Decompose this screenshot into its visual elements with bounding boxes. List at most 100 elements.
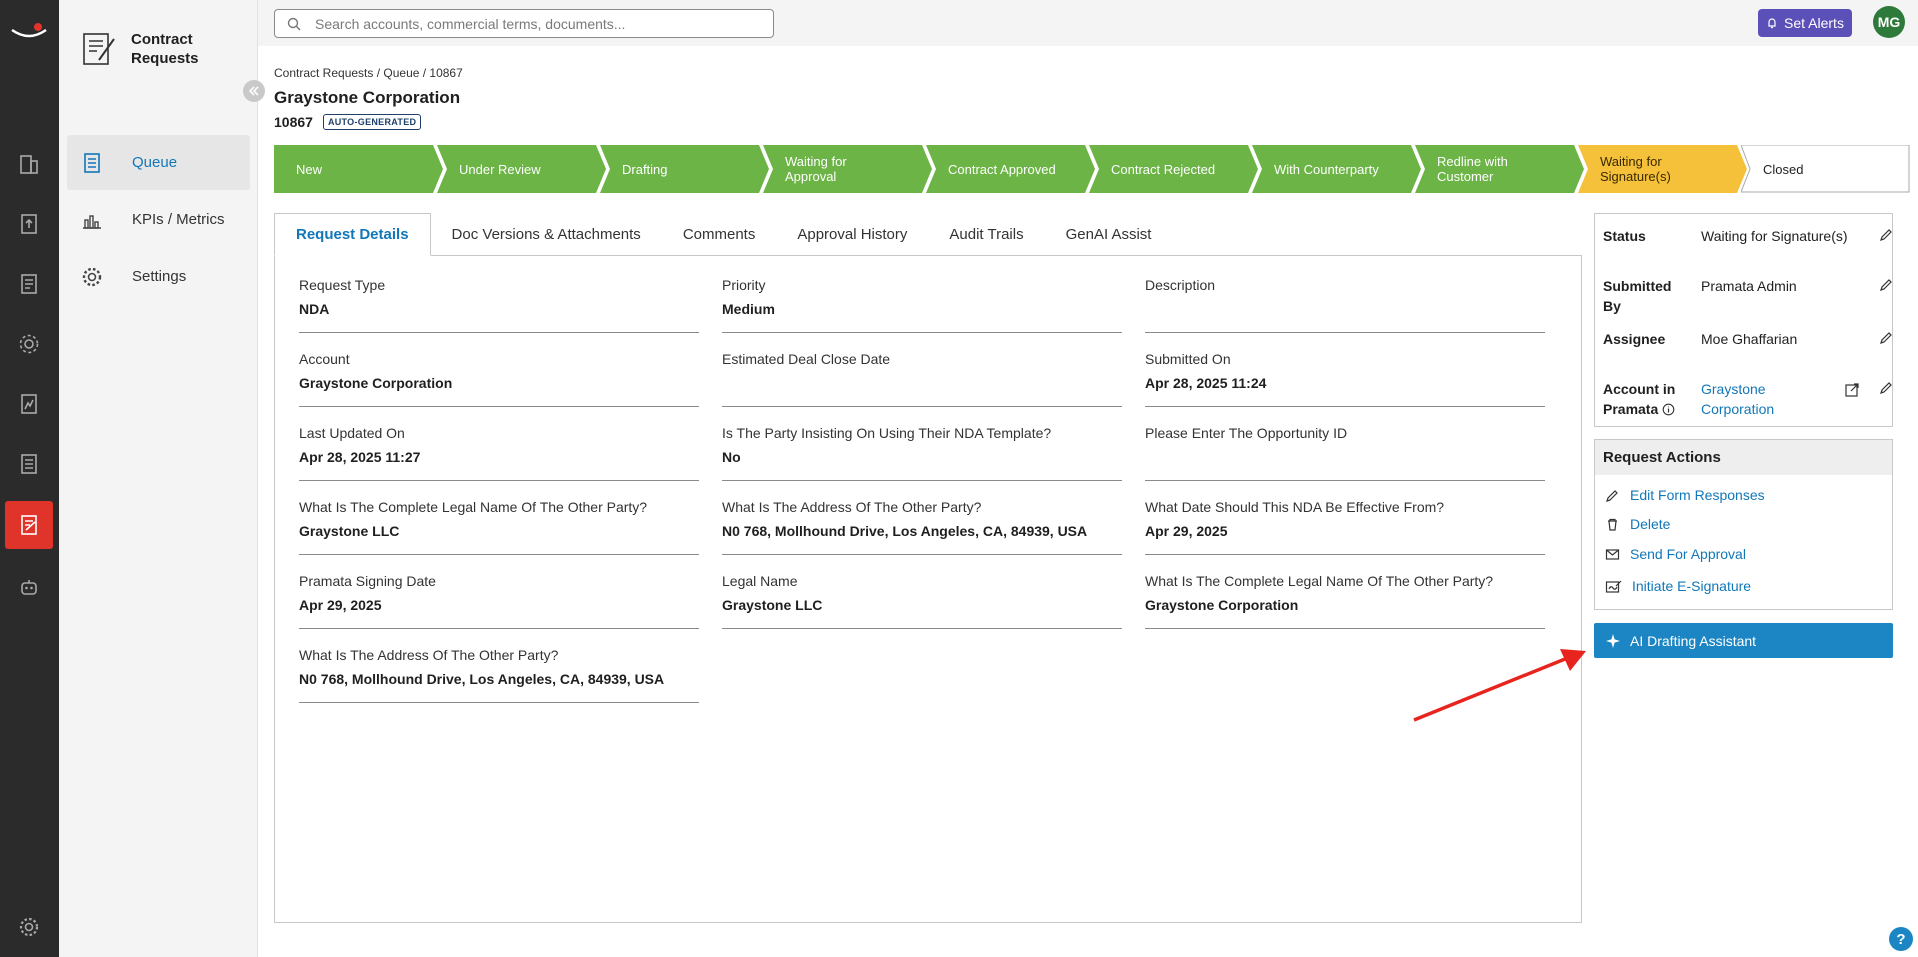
field-divider [1145, 332, 1545, 333]
rail-documents-icon[interactable] [5, 260, 53, 308]
brand-logo-icon[interactable] [10, 22, 48, 46]
field-value: Apr 29, 2025 [1145, 523, 1228, 539]
sidebar-item-queue[interactable]: Queue [67, 135, 250, 190]
detail-field: Submitted On Apr 28, 2025 11:24 [1145, 351, 1545, 407]
stage-contract-rejected[interactable]: Contract Rejected [1089, 145, 1258, 193]
collapse-sidebar-button[interactable] [243, 80, 265, 102]
stage-waiting-for-approval[interactable]: Waiting for Approval [763, 145, 932, 193]
tab-audit-trails[interactable]: Audit Trails [928, 213, 1044, 256]
stage-label: Contract Approved [948, 161, 1056, 177]
action-label: Send For Approval [1630, 546, 1746, 562]
tab-genai-assist[interactable]: GenAI Assist [1045, 213, 1173, 256]
search-input[interactable] [315, 15, 755, 32]
field-divider [299, 702, 699, 703]
stage-label: Redline with Customer [1437, 154, 1508, 184]
field-value: Graystone LLC [722, 597, 823, 613]
stage-with-counterparty[interactable]: With Counterparty [1252, 145, 1421, 193]
sidebar-item-label: Queue [132, 154, 178, 171]
search-box[interactable] [274, 9, 774, 38]
tab-comments[interactable]: Comments [662, 213, 777, 256]
field-label: Pramata Signing Date [299, 573, 436, 589]
stage-redline-with-customer[interactable]: Redline with Customer [1415, 145, 1584, 193]
edit-submitted-by-pencil-icon[interactable] [1879, 278, 1893, 292]
rail-ai-icon[interactable] [5, 320, 53, 368]
tab-approval-history[interactable]: Approval History [776, 213, 928, 256]
set-alerts-button[interactable]: Set Alerts [1758, 9, 1852, 37]
detail-field: Description [1145, 277, 1545, 333]
field-value: Apr 28, 2025 11:27 [299, 449, 421, 465]
field-label: Request Type [299, 277, 386, 293]
request-info-card: Status Waiting for Signature(s) Submitte… [1594, 213, 1893, 427]
breadcrumb: Contract Requests / Queue / 10867 [274, 66, 463, 80]
rail-bot-icon[interactable] [5, 563, 53, 611]
stage-label: Contract Rejected [1111, 161, 1216, 177]
rail-accounts-icon[interactable] [5, 140, 53, 188]
field-label: Estimated Deal Close Date [722, 351, 891, 367]
tab-request-details[interactable]: Request Details [274, 213, 431, 256]
field-value [1145, 449, 1545, 466]
open-external-icon[interactable] [1844, 382, 1860, 398]
action-label: Initiate E-Signature [1632, 578, 1752, 594]
sidebar-item-kpis[interactable]: KPIs / Metrics [67, 192, 250, 247]
ai-button-label: AI Drafting Assistant [1630, 632, 1757, 649]
field-label: Please Enter The Opportunity ID [1145, 425, 1348, 441]
rail-reports-icon[interactable] [5, 380, 53, 428]
chart-icon [83, 214, 101, 229]
stage-label: Waiting for Approval [785, 154, 847, 184]
pencil-icon [1606, 489, 1618, 502]
field-value: Apr 28, 2025 11:24 [1145, 375, 1267, 391]
ai-drafting-assistant-button[interactable]: AI Drafting Assistant [1594, 623, 1893, 658]
field-label: Description [1145, 277, 1216, 293]
field-label: Legal Name [722, 573, 798, 589]
edit-assignee-pencil-icon[interactable] [1879, 331, 1893, 345]
request-id: 10867 [274, 114, 313, 130]
detail-field: What Is The Complete Legal Name Of The O… [299, 499, 699, 555]
module-nav: Queue KPIs / Metrics Settings [67, 135, 250, 306]
rail-contract-requests-icon[interactable] [5, 501, 53, 549]
stage-contract-approved[interactable]: Contract Approved [926, 145, 1095, 193]
document-list-icon [84, 152, 100, 173]
info-icon[interactable] [1662, 403, 1675, 416]
stage-waiting-for-signature-s[interactable]: Waiting for Signature(s) [1578, 145, 1747, 193]
stage-under-review[interactable]: Under Review [437, 145, 606, 193]
help-button[interactable]: ? [1889, 927, 1913, 951]
detail-field: What Is The Address Of The Other Party? N… [299, 647, 699, 703]
stage-closed[interactable]: Closed [1741, 145, 1910, 193]
field-value: Graystone Corporation [299, 375, 453, 391]
sidebar-item-settings[interactable]: Settings [67, 249, 250, 304]
detail-field: Pramata Signing Date Apr 29, 2025 [299, 573, 699, 629]
rail-contracts-icon[interactable] [5, 440, 53, 488]
edit-status-pencil-icon[interactable] [1879, 228, 1893, 242]
delete-link[interactable]: Delete [1605, 516, 1670, 532]
stage-label: Waiting for Signature(s) [1600, 154, 1671, 184]
detail-field: Legal Name Graystone LLC [722, 573, 1122, 629]
sidebar-item-label: Settings [132, 268, 187, 285]
field-label: What Date Should This NDA Be Effective F… [1145, 499, 1445, 515]
double-chevron-left-icon [249, 86, 259, 96]
field-value: Medium [722, 301, 775, 317]
rail-upload-icon[interactable] [5, 200, 53, 248]
field-divider [299, 332, 699, 333]
edit-account-pencil-icon[interactable] [1879, 381, 1893, 395]
account-link[interactable]: Graystone Corporation [1701, 379, 1821, 419]
stage-new[interactable]: New [274, 145, 443, 193]
detail-field: What Is The Complete Legal Name Of The O… [1145, 573, 1545, 629]
field-divider [299, 406, 699, 407]
edit-form-responses-link[interactable]: Edit Form Responses [1605, 487, 1765, 503]
detail-field: Account Graystone Corporation [299, 351, 699, 407]
account-label: Account in Pramata [1603, 379, 1683, 419]
stage-pipeline: New Under Review Drafting Waiting for Appro… [274, 145, 1910, 193]
stage-drafting[interactable]: Drafting [600, 145, 769, 193]
field-divider [722, 332, 1122, 333]
initiate-e-signature-link[interactable]: Initiate E-Signature [1605, 578, 1751, 594]
avatar[interactable]: MG [1873, 6, 1905, 38]
rail-settings-gear-icon[interactable] [5, 903, 53, 951]
field-label: What Is The Address Of The Other Party? [299, 647, 559, 663]
tab-doc-versions[interactable]: Doc Versions & Attachments [431, 213, 662, 256]
field-divider [1145, 406, 1545, 407]
field-divider [299, 554, 699, 555]
assignee-label: Assignee [1603, 331, 1666, 347]
field-label: What Is The Complete Legal Name Of The O… [1145, 573, 1494, 589]
annotation-arrow-icon [1413, 649, 1586, 722]
send-for-approval-link[interactable]: Send For Approval [1605, 546, 1746, 562]
